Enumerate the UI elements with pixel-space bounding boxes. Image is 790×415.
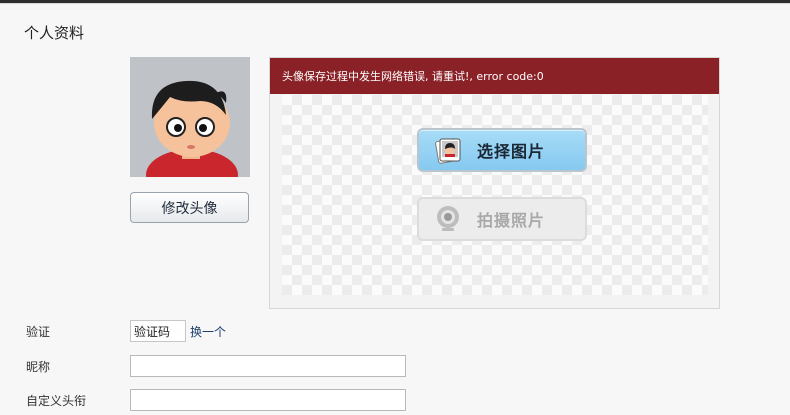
- nickname-label: 昵称: [26, 360, 51, 374]
- upload-preview-area: [282, 95, 708, 295]
- select-photo-label: 选择图片: [477, 142, 546, 161]
- avatar-image: [130, 57, 250, 177]
- select-photo-button[interactable]: 选择图片: [417, 128, 587, 172]
- custom-title-input[interactable]: [130, 389, 406, 411]
- page-title: 个人资料: [24, 24, 85, 42]
- change-avatar-button[interactable]: 修改头像: [130, 192, 249, 223]
- error-message: 头像保存过程中发生网络错误, 请重试!, error code:0: [270, 58, 719, 94]
- photo-icon: [435, 138, 461, 164]
- captcha-input[interactable]: [130, 320, 186, 342]
- take-photo-label: 拍摄照片: [477, 211, 546, 230]
- take-photo-button[interactable]: 拍摄照片: [417, 197, 587, 241]
- webcam-icon: [437, 206, 459, 231]
- top-border-shadow: [0, 3, 790, 4]
- nickname-input[interactable]: [130, 355, 406, 377]
- refresh-captcha-link[interactable]: 换一个: [190, 323, 226, 340]
- captcha-label: 验证: [26, 325, 51, 339]
- avatar: [130, 57, 250, 177]
- avatar-upload-panel: 头像保存过程中发生网络错误, 请重试!, error code:0 选择图片 拍…: [269, 57, 720, 309]
- custom-title-label: 自定义头衔: [26, 394, 87, 408]
